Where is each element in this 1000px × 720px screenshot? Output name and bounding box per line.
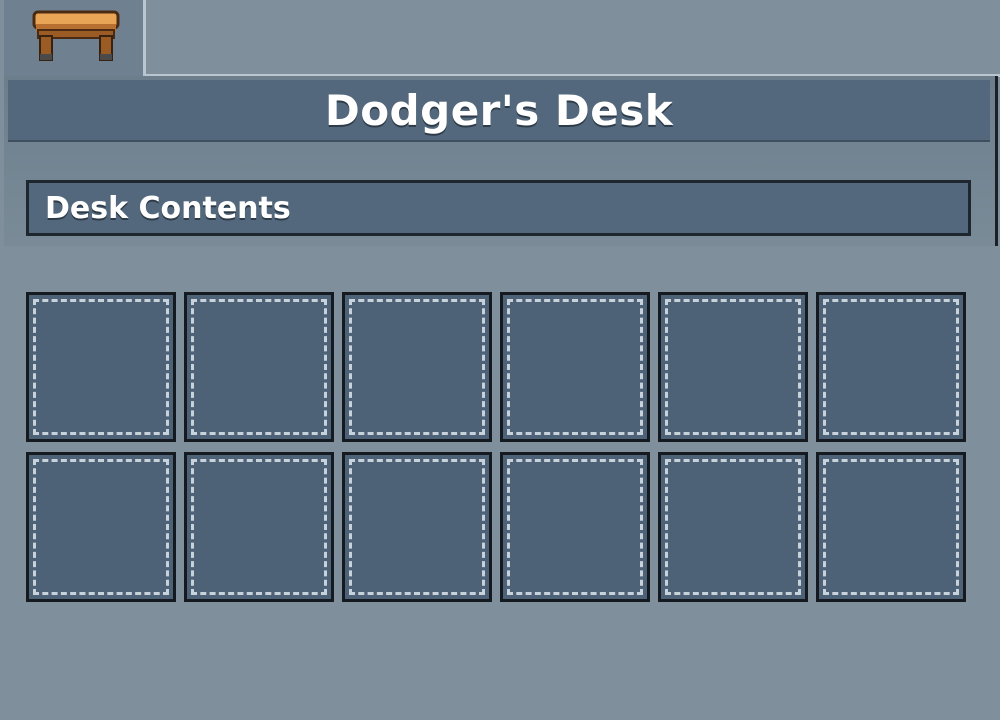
inventory-slot-7[interactable] — [26, 452, 176, 602]
inventory-slot-9[interactable] — [342, 452, 492, 602]
section-label: Desk Contents — [45, 190, 291, 226]
wooden-desk-icon — [32, 10, 120, 61]
inventory-slot-8[interactable] — [184, 452, 334, 602]
inventory-grid — [26, 292, 970, 602]
inventory-slot-11[interactable] — [658, 452, 808, 602]
container-tab[interactable] — [4, 0, 146, 80]
inventory-slot-6[interactable] — [816, 292, 966, 442]
container-screen: Dodger's Desk Desk Contents — [0, 0, 1000, 720]
inventory-slot-12[interactable] — [816, 452, 966, 602]
inventory-slot-4[interactable] — [500, 292, 650, 442]
inventory-slot-5[interactable] — [658, 292, 808, 442]
section-header: Desk Contents — [26, 180, 971, 236]
inventory-slot-2[interactable] — [184, 292, 334, 442]
title-bar: Dodger's Desk — [8, 80, 990, 142]
container-title: Dodger's Desk — [324, 85, 674, 135]
inventory-slot-3[interactable] — [342, 292, 492, 442]
inventory-slot-10[interactable] — [500, 452, 650, 602]
inventory-slot-1[interactable] — [26, 292, 176, 442]
